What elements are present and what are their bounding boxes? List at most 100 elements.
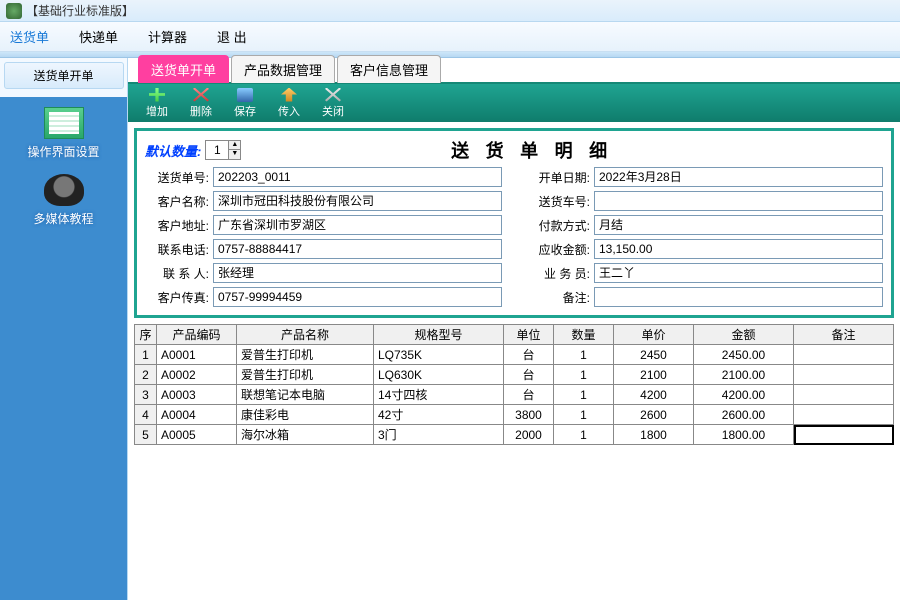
table-row[interactable]: 4A0004康佳彩电42寸3800126002600.00 [135,405,894,425]
order-no-field[interactable]: 202203_0011 [213,167,502,187]
grid-col-header[interactable]: 单价 [614,325,694,345]
order-date-field[interactable]: 2022年3月28日 [594,167,883,187]
table-row[interactable]: 3A0003联想笔记本电脑14寸四核台142004200.00 [135,385,894,405]
truck-no-field[interactable] [594,191,883,211]
pay-method-field[interactable]: 月结 [594,215,883,235]
grid-cell[interactable]: 1 [554,425,614,445]
menu-delivery[interactable]: 送货单 [10,27,49,46]
grid-cell[interactable]: 海尔冰箱 [237,425,374,445]
cust-addr-field[interactable]: 广东省深圳市罗湖区 [213,215,502,235]
grid-col-header[interactable]: 数量 [554,325,614,345]
import-button[interactable]: 传入 [268,87,310,120]
default-qty-input[interactable] [206,143,228,157]
grid-cell[interactable]: 台 [504,385,554,405]
fax-field[interactable]: 0757-99994459 [213,287,502,307]
delete-icon [193,88,209,102]
headset-icon [44,174,84,206]
grid-cell[interactable]: 4200 [614,385,694,405]
grid-cell[interactable]: 爱普生打印机 [237,365,374,385]
sidebar-item-multimedia[interactable]: 多媒体教程 [0,174,127,227]
grid-cell[interactable]: 1 [135,345,157,365]
grid-cell[interactable]: 1 [554,365,614,385]
grid-col-header[interactable]: 单位 [504,325,554,345]
grid-cell[interactable]: 2600 [614,405,694,425]
cust-name-field[interactable]: 深圳市冠田科技股份有限公司 [213,191,502,211]
grid-col-header[interactable]: 规格型号 [374,325,504,345]
receivable-field[interactable]: 13,150.00 [594,239,883,259]
grid-cell[interactable] [794,385,894,405]
grid-cell[interactable]: 爱普生打印机 [237,345,374,365]
grid-cell[interactable]: 3门 [374,425,504,445]
delete-button[interactable]: 删除 [180,87,222,120]
close-button[interactable]: 关闭 [312,87,354,120]
tab-customer-mgmt[interactable]: 客户信息管理 [337,55,441,83]
grid-cell[interactable]: A0001 [157,345,237,365]
grid-cell[interactable]: 3 [135,385,157,405]
save-button[interactable]: 保存 [224,87,266,120]
sidebar-panel-title: 送货单开单 [4,62,124,89]
default-qty-label: 默认数量: [145,141,201,160]
grid-col-header[interactable]: 序 [135,325,157,345]
add-button[interactable]: 增加 [136,87,178,120]
grid-cell[interactable] [794,405,894,425]
label-fax: 客户传真: [145,289,209,306]
menu-exit[interactable]: 退 出 [217,27,247,46]
grid-cell[interactable]: 1 [554,345,614,365]
grid-cell[interactable]: 2100.00 [694,365,794,385]
grid-cell[interactable]: 1800 [614,425,694,445]
grid-cell[interactable]: 3800 [504,405,554,425]
grid-col-header[interactable]: 备注 [794,325,894,345]
remark-field[interactable] [594,287,883,307]
grid-cell[interactable]: 康佳彩电 [237,405,374,425]
grid-cell[interactable]: 4 [135,405,157,425]
grid-cell[interactable] [794,365,894,385]
grid-cell[interactable]: 台 [504,345,554,365]
grid-cell[interactable]: 2450 [614,345,694,365]
qty-down-icon[interactable]: ▼ [228,150,240,159]
contact-field[interactable]: 张经理 [213,263,502,283]
grid-cell[interactable]: 台 [504,365,554,385]
grid-cell[interactable]: LQ735K [374,345,504,365]
grid-cell[interactable]: 5 [135,425,157,445]
detail-grid[interactable]: 序产品编码产品名称规格型号单位数量单价金额备注 1A0001爱普生打印机LQ73… [134,324,894,445]
grid-cell[interactable]: LQ630K [374,365,504,385]
grid-cell[interactable]: A0004 [157,405,237,425]
grid-col-header[interactable]: 产品编码 [157,325,237,345]
table-row[interactable]: 2A0002爱普生打印机LQ630K台121002100.00 [135,365,894,385]
grid-cell[interactable]: 2 [135,365,157,385]
form-title: 送 货 单 明 细 [241,137,823,163]
menu-express[interactable]: 快递单 [79,27,118,46]
qty-up-icon[interactable]: ▲ [228,141,240,150]
grid-cell[interactable]: 1800.00 [694,425,794,445]
grid-cell[interactable]: 1 [554,405,614,425]
grid-cell[interactable]: 2450.00 [694,345,794,365]
label-contact: 联 系 人: [145,265,209,282]
tab-order-create[interactable]: 送货单开单 [138,55,229,83]
grid-cell[interactable]: 1 [554,385,614,405]
grid-cell[interactable]: 2100 [614,365,694,385]
label-phone: 联系电话: [145,241,209,258]
grid-col-header[interactable]: 金额 [694,325,794,345]
phone-field[interactable]: 0757-88884417 [213,239,502,259]
grid-cell[interactable]: A0002 [157,365,237,385]
grid-cell[interactable]: 2600.00 [694,405,794,425]
grid-cell[interactable]: 2000 [504,425,554,445]
grid-cell[interactable] [794,345,894,365]
label-receivable: 应收金额: [526,241,590,258]
grid-cell[interactable] [794,425,894,445]
table-row[interactable]: 5A0005海尔冰箱3门2000118001800.00 [135,425,894,445]
tab-product-mgmt[interactable]: 产品数据管理 [231,55,335,83]
grid-cell[interactable]: A0005 [157,425,237,445]
default-qty-stepper[interactable]: ▲▼ [205,140,241,160]
menu-calculator[interactable]: 计算器 [148,27,187,46]
clerk-field[interactable]: 王二丫 [594,263,883,283]
grid-cell[interactable]: A0003 [157,385,237,405]
table-row[interactable]: 1A0001爱普生打印机LQ735K台124502450.00 [135,345,894,365]
grid-cell[interactable]: 4200.00 [694,385,794,405]
grid-cell[interactable]: 42寸 [374,405,504,425]
grid-cell[interactable]: 14寸四核 [374,385,504,405]
label-clerk: 业 务 员: [526,265,590,282]
grid-col-header[interactable]: 产品名称 [237,325,374,345]
grid-cell[interactable]: 联想笔记本电脑 [237,385,374,405]
sidebar-item-ui-settings[interactable]: 操作界面设置 [0,107,127,160]
